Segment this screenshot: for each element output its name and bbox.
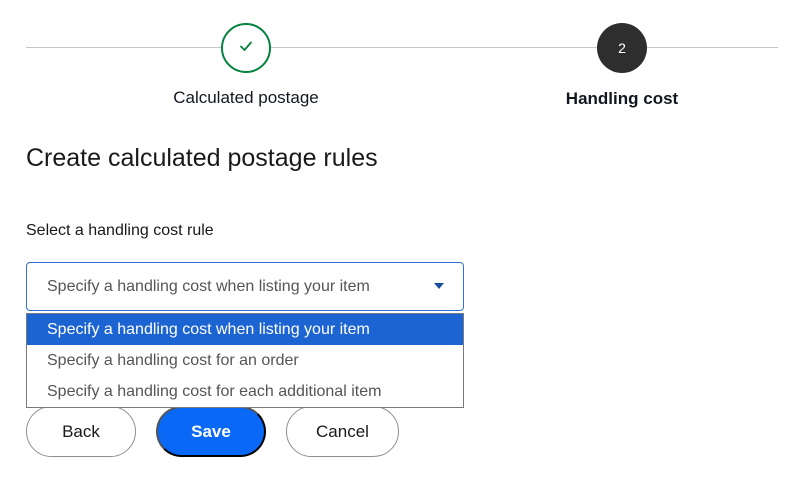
stepper-line [26, 47, 778, 48]
page-title: Create calculated postage rules [26, 144, 378, 172]
handling-rule-select[interactable]: Specify a handling cost when listing you… [26, 262, 464, 311]
check-icon [238, 38, 254, 59]
save-button[interactable]: Save [156, 406, 266, 457]
step-2-label: Handling cost [565, 89, 679, 108]
progress-stepper: Calculated postage 2 Handling cost [0, 0, 791, 120]
step-1-complete-indicator [221, 23, 271, 73]
caret-down-icon [434, 283, 444, 289]
option-each-additional-item[interactable]: Specify a handling cost for each additio… [27, 376, 463, 407]
option-listing-item[interactable]: Specify a handling cost when listing you… [27, 314, 463, 345]
step-1-label: Calculated postage [173, 88, 319, 107]
handling-rule-dropdown: Specify a handling cost when listing you… [26, 313, 464, 408]
step-2-number: 2 [618, 40, 626, 56]
handling-rule-label: Select a handling cost rule [26, 222, 214, 239]
back-button[interactable]: Back [26, 406, 136, 457]
handling-rule-selected-value: Specify a handling cost when listing you… [47, 278, 370, 295]
option-per-order[interactable]: Specify a handling cost for an order [27, 345, 463, 376]
cancel-button[interactable]: Cancel [286, 406, 399, 457]
step-2-current-indicator: 2 [597, 23, 647, 73]
